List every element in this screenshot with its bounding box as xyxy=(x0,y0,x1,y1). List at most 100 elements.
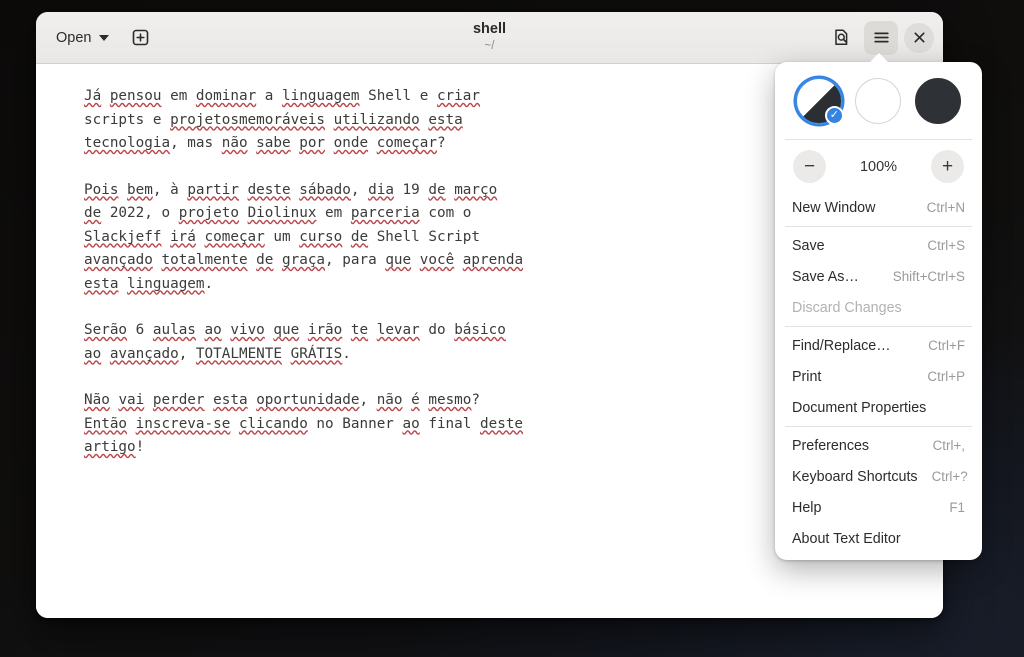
menu-group: Preferences Ctrl+, Keyboard Shortcuts Ctrl+… xyxy=(775,430,982,554)
misspelled-word: de xyxy=(428,181,446,198)
text-run xyxy=(446,182,455,198)
misspelled-word: começar xyxy=(204,228,265,245)
menu-item-keyboard-shortcuts[interactable]: Keyboard Shortcuts Ctrl+? xyxy=(781,461,976,492)
text-run: scripts e xyxy=(84,111,171,128)
close-icon xyxy=(913,32,925,43)
misspelled-word: inscreva-se xyxy=(135,415,231,432)
main-menu-button[interactable] xyxy=(864,20,898,55)
menu-item-shortcut: Shift+Ctrl+S xyxy=(892,269,965,284)
chevron-down-icon xyxy=(99,34,110,41)
text-run xyxy=(248,252,257,268)
hamburger-menu-icon xyxy=(873,32,889,43)
headerbar-right-controls xyxy=(824,20,934,55)
misspelled-word: esta xyxy=(84,275,119,292)
misspelled-word: levar xyxy=(376,322,420,338)
menu-item-shortcut: Ctrl+S xyxy=(927,238,965,253)
text-run xyxy=(454,252,463,268)
misspelled-word: de xyxy=(350,228,369,245)
misspelled-word: parceria xyxy=(350,205,420,221)
menu-item-save[interactable]: Save Ctrl+S xyxy=(781,230,976,261)
zoom-out-button[interactable]: − xyxy=(793,150,826,183)
misspelled-word: que xyxy=(273,322,300,338)
misspelled-word: artigo xyxy=(84,439,136,455)
misspelled-word: você xyxy=(419,252,455,268)
menu-item-shortcut: Ctrl+? xyxy=(931,469,968,484)
menu-item-document-properties[interactable]: Document Properties xyxy=(781,392,976,423)
text-run xyxy=(144,392,153,408)
misspelled-word: aprenda xyxy=(462,252,524,268)
menu-item-print[interactable]: Print Ctrl+P xyxy=(781,361,976,392)
misspelled-word: linguagem xyxy=(127,275,205,292)
text-run xyxy=(368,322,377,338)
menu-item-find-replace[interactable]: Find/Replace… Ctrl+F xyxy=(781,330,976,361)
misspelled-word: Serão xyxy=(84,322,128,338)
menu-divider xyxy=(785,426,972,427)
misspelled-word: linguagem xyxy=(282,88,360,104)
menu-item-help[interactable]: Help F1 xyxy=(781,492,976,523)
theme-swatch-dark-icon xyxy=(915,78,962,124)
menu-item-label: Preferences xyxy=(792,437,870,454)
misspelled-word: não xyxy=(221,135,248,151)
menu-divider xyxy=(785,226,972,227)
misspelled-word: TOTALMENTE xyxy=(195,345,282,362)
menu-item-shortcut: Ctrl+P xyxy=(927,369,965,384)
menu-item-label: Keyboard Shortcuts xyxy=(792,468,918,485)
new-document-button[interactable] xyxy=(123,21,157,55)
text-run xyxy=(282,346,291,362)
text-run xyxy=(248,135,257,151)
page-title: shell xyxy=(472,21,507,38)
misspelled-word: março xyxy=(454,181,498,198)
text-run xyxy=(161,229,170,245)
text-run: em xyxy=(161,88,196,104)
text-run: no Banner xyxy=(307,415,403,432)
find-in-document-button[interactable] xyxy=(824,21,858,55)
menu-item-label: Find/Replace… xyxy=(792,337,891,354)
zoom-out-label: − xyxy=(803,156,816,177)
text-run xyxy=(101,88,110,104)
theme-swatch-light-icon xyxy=(855,78,902,124)
menu-item-preferences[interactable]: Preferences Ctrl+, xyxy=(781,430,976,461)
theme-option-system[interactable]: ✓ xyxy=(795,78,844,125)
menu-item-label: Discard Changes xyxy=(792,299,902,316)
text-run xyxy=(291,135,300,151)
menu-item-save-as[interactable]: Save As… Shift+Ctrl+S xyxy=(781,261,976,292)
misspelled-word: não xyxy=(376,392,403,408)
check-icon: ✓ xyxy=(824,106,844,125)
misspelled-word: pensou xyxy=(109,88,162,104)
close-window-button[interactable] xyxy=(904,22,934,53)
misspelled-word: ao xyxy=(402,415,420,432)
misspelled-word: aulas xyxy=(152,322,196,338)
text-run: ! xyxy=(135,439,145,455)
text-run xyxy=(205,392,214,408)
text-run: ? xyxy=(436,135,446,151)
misspelled-word: oportunidade xyxy=(256,392,360,408)
text-run xyxy=(299,322,308,338)
theme-option-light[interactable] xyxy=(855,78,902,124)
misspelled-word: utilizando xyxy=(333,111,420,128)
text-run: em xyxy=(316,205,351,221)
misspelled-word: Já xyxy=(84,88,102,104)
misspelled-word: GRÁTIS xyxy=(290,345,343,362)
misspelled-word: por xyxy=(299,135,326,151)
menu-item-label: Document Properties xyxy=(792,399,927,416)
misspelled-word: dia xyxy=(368,181,394,198)
menu-item-shortcut: Ctrl+F xyxy=(928,338,965,353)
misspelled-word: de xyxy=(84,205,102,221)
misspelled-word: totalmente xyxy=(161,252,248,268)
zoom-controls: − 100% + xyxy=(775,143,982,192)
menu-group: New Window Ctrl+N xyxy=(775,192,982,223)
misspelled-word: de xyxy=(256,252,274,268)
open-button[interactable]: Open xyxy=(45,22,119,54)
menu-item-label: New Window xyxy=(792,199,876,216)
misspelled-word: curso xyxy=(299,228,343,245)
menu-item-shortcut: Ctrl+N xyxy=(926,200,965,215)
text-run: um xyxy=(264,228,300,245)
zoom-in-button[interactable]: + xyxy=(931,150,964,183)
misspelled-word: criar xyxy=(436,88,480,104)
misspelled-word: Slackjeff xyxy=(84,228,162,245)
misspelled-word: projeto xyxy=(178,205,239,221)
menu-item-about-text-editor[interactable]: About Text Editor xyxy=(781,523,976,554)
plus-square-icon xyxy=(132,29,149,46)
theme-option-dark[interactable] xyxy=(915,78,962,124)
menu-item-new-window[interactable]: New Window Ctrl+N xyxy=(781,192,976,223)
